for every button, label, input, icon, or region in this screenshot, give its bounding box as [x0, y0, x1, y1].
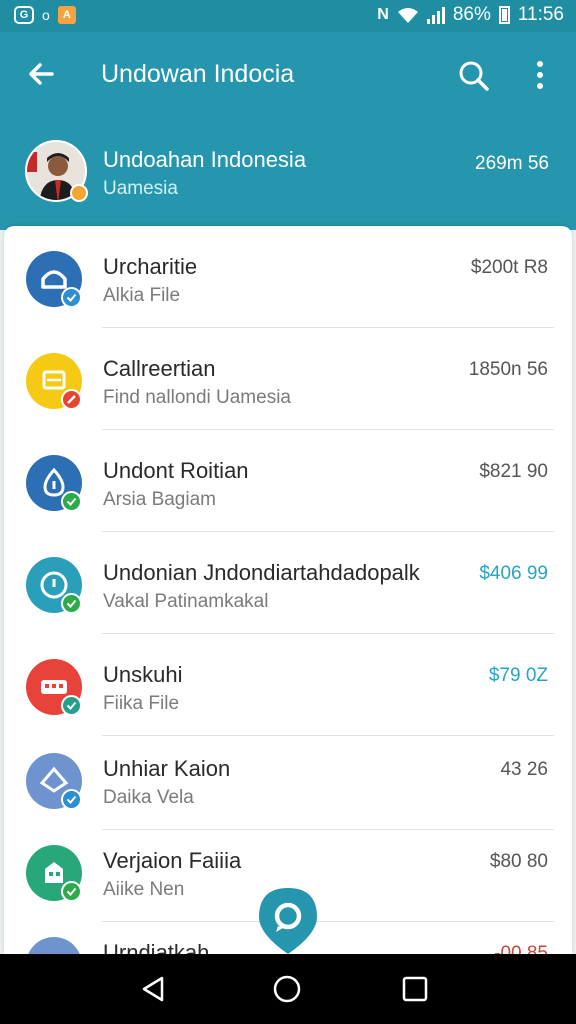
item-title: Verjaion Faiiia [103, 848, 242, 873]
avatar-badge [70, 184, 88, 202]
item-amount: 43 26 [500, 759, 548, 780]
nav-home-icon [273, 975, 301, 1003]
profile-subtitle: Uamesia [103, 178, 178, 199]
wifi-icon [397, 8, 418, 23]
check-badge-icon [61, 287, 82, 308]
nav-back-icon [142, 976, 164, 1002]
nav-home-button[interactable] [272, 974, 302, 1004]
item-title: Undonian Jndondiartahdadopalk [103, 560, 420, 585]
check-badge-icon [61, 491, 82, 512]
back-button[interactable] [22, 54, 62, 94]
profile-header[interactable]: Undoahan Indonesia Uamesia 269m 56 [0, 120, 576, 230]
item-title: Unhiar Kaion [103, 756, 231, 781]
item-title: Callreertian [103, 356, 216, 381]
list-item[interactable]: Unskuhi Fiika File $79 0Z [4, 634, 572, 736]
chat-icon [259, 888, 317, 954]
check-badge-icon [61, 881, 82, 902]
nav-recents-icon [402, 976, 428, 1002]
status-indicators: N 86% 11:56 [377, 4, 564, 26]
item-amount: $200t R8 [470, 257, 548, 278]
battery-icon [498, 6, 510, 24]
search-button[interactable] [452, 54, 496, 98]
more-vertical-icon [537, 61, 543, 89]
item-amount: $80 80 [489, 851, 548, 872]
item-subtitle: Alkia File [103, 285, 181, 306]
item-subtitle: Daika Vela [103, 787, 194, 808]
item-title: Urcharitie [103, 254, 198, 279]
list-item[interactable]: Callreertian Find nallondi Uamesia 1850n… [4, 328, 572, 430]
check-badge-icon [61, 789, 82, 810]
item-amount: 1850n 56 [468, 359, 548, 380]
transaction-list: Urcharitie Alkia File $200t R8 Callreert… [4, 226, 572, 954]
app-notification-icon: G [14, 6, 34, 24]
nav-recents-button[interactable] [400, 974, 430, 1004]
item-title: Undont Roitian [103, 458, 249, 483]
item-subtitle: Arsia Bagiam [103, 489, 216, 510]
app-bar: Undowan Indocia [0, 32, 576, 120]
signal-icon [426, 6, 445, 24]
status-bar: G o A N 86% 11:56 [0, 0, 576, 32]
arrow-left-icon [29, 63, 54, 85]
item-amount: $821 90 [479, 461, 548, 482]
item-subtitle: Vakal Patinamkakal [103, 591, 269, 612]
item-title: Unskuhi [103, 662, 183, 687]
check-badge-icon [61, 593, 82, 614]
list-item[interactable]: Urcharitie Alkia File $200t R8 [4, 226, 572, 328]
list-item[interactable]: Undonian Jndondiartahdadopalk Vakal Pati… [4, 532, 572, 634]
more-options-button[interactable] [524, 54, 556, 98]
status-notifications: G o A [14, 6, 76, 24]
chat-fab-button[interactable] [257, 886, 319, 956]
app-notification-icon-2: o [42, 7, 50, 23]
item-subtitle: Aiike Nen [103, 879, 185, 900]
profile-name: Undoahan Indonesia [103, 147, 307, 172]
item-title: Urndiatkah [103, 940, 210, 954]
item-amount: $406 99 [479, 563, 548, 584]
item-subtitle: Fiika File [103, 693, 180, 714]
list-item[interactable]: Undont Roitian Arsia Bagiam $821 90 [4, 430, 572, 532]
clock: 11:56 [517, 4, 564, 25]
nfc-icon: N [377, 6, 389, 23]
check-badge-icon [61, 695, 82, 716]
list-item[interactable]: Unhiar Kaion Daika Vela 43 26 [4, 728, 572, 830]
edit-badge-icon [61, 389, 82, 410]
home-icon [26, 937, 82, 954]
page-title: Undowan Indocia [101, 60, 295, 88]
nav-back-button[interactable] [138, 974, 168, 1004]
app-notification-icon-3: A [57, 6, 76, 24]
item-subtitle: Find nallondi Uamesia [103, 387, 291, 408]
search-icon [459, 61, 489, 91]
system-nav-bar [0, 954, 576, 1024]
profile-amount: 269m 56 [475, 153, 549, 174]
item-amount: -00 85 [494, 943, 548, 954]
battery-percent: 86% [452, 4, 491, 25]
item-amount: $79 0Z [488, 665, 548, 686]
